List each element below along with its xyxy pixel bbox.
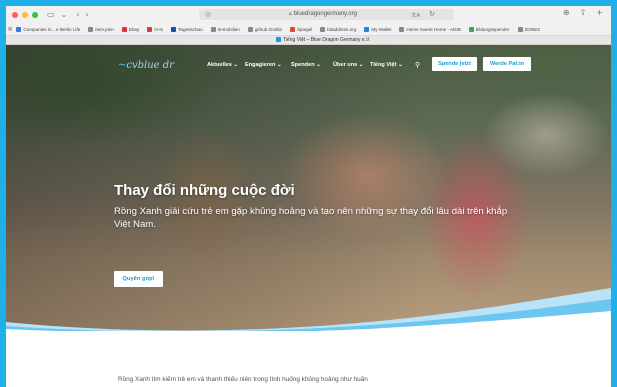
favorite-label: Ebay (128, 26, 140, 32)
tab-active[interactable]: Tiếng Việt – Blue Dragon Germany e.V. (276, 37, 370, 43)
favorite-item[interactable]: in-lo (147, 26, 164, 32)
window-controls (12, 11, 38, 18)
favorite-favicon-icon (247, 26, 253, 32)
nav-item-tieng-viet[interactable]: Tiếng Việt ⌄ (370, 62, 403, 68)
favorite-item[interactable]: Tagesschau (171, 26, 203, 32)
nav-item-ueber-uns[interactable]: Über uns ⌄ (333, 62, 363, 68)
favorite-item[interactable]: ZONE3 (517, 26, 540, 32)
favorite-label: Tagesschau (178, 26, 203, 32)
favorite-item[interactable]: Companies in…e Berlin Life (16, 26, 81, 32)
favorite-label: Home Sweet Home - AIDB (406, 26, 461, 32)
site-favicon-icon (276, 37, 281, 43)
favorite-label: ZONE3 (524, 26, 540, 32)
nav-item-spenden[interactable]: Spenden ⌄ (291, 62, 321, 68)
hero-wave-divider (6, 288, 611, 331)
favorite-label: Spiegel (296, 26, 313, 32)
intro-section: Rồng Xanh tìm kiếm trẻ em và thanh thiếu… (6, 331, 611, 387)
favorite-label: Immobilien (217, 26, 240, 32)
sidebar-toggle-icon[interactable]: ▭ (47, 10, 55, 19)
nav-item-engagieren[interactable]: Engagieren ⌄ (245, 62, 282, 68)
donate-cta-button[interactable]: Quyên góp! (114, 271, 163, 287)
favorite-item[interactable]: Ebay (121, 26, 140, 32)
close-window-button[interactable] (12, 11, 18, 18)
favorite-label: bildungsspender (475, 26, 510, 32)
favorite-label: Companies in…e Berlin Life (23, 26, 81, 32)
tab-strip: Tiếng Việt – Blue Dragon Germany e.V. (6, 35, 611, 45)
url-text: 🔒︎ bluedragongermany.org (289, 11, 357, 17)
privacy-shield-icon[interactable]: ◍ (205, 10, 211, 18)
address-bar[interactable]: ◍ 🔒︎ bluedragongermany.org 文A ↻ (199, 9, 454, 20)
hero-subtitle: Rồng Xanh giải cứu trẻ em gặp khủng hoản… (114, 206, 508, 230)
favorite-item[interactable]: bitaddress.org (320, 26, 357, 32)
share-icon[interactable]: ⇧ (580, 8, 587, 17)
favorite-favicon-icon (16, 26, 22, 32)
favorite-item[interactable]: item.pinn (88, 26, 114, 32)
hero-section: ~cvblue dr Aktuelles ⌄ Engagieren ⌄ Spen… (6, 45, 611, 331)
donate-now-button[interactable]: Spende jetzt (432, 57, 477, 71)
favorite-label: item.pinn (95, 26, 114, 32)
favorite-item[interactable]: github Gorilla (247, 26, 282, 32)
favorite-favicon-icon (121, 26, 127, 32)
favorite-favicon-icon (468, 26, 474, 32)
favorite-item[interactable]: Immobilien (210, 26, 240, 32)
tab-title: Tiếng Việt – Blue Dragon Germany e.V. (283, 37, 371, 43)
lock-icon: 🔒︎ (289, 11, 292, 17)
favorite-item[interactable]: bildungsspender (468, 26, 510, 32)
favorites-bar: ▦ Companies in…e Berlin Life item.pinn Eba… (6, 23, 611, 35)
site-navigation: ~cvblue dr Aktuelles ⌄ Engagieren ⌄ Spen… (6, 45, 611, 83)
hero-title: Thay đổi những cuộc đời (114, 182, 295, 199)
new-tab-icon[interactable]: + (596, 8, 603, 17)
toolbar-right: ⊕ ⇧ + (563, 8, 603, 17)
favorite-favicon-icon (171, 26, 177, 32)
forward-arrow-icon[interactable]: › (85, 10, 88, 19)
logo-text: cvblue dr (126, 60, 174, 71)
favorite-label: github Gorilla (254, 26, 282, 32)
favorite-favicon-icon (320, 26, 326, 32)
favorite-favicon-icon (147, 26, 153, 32)
favorite-favicon-icon (289, 26, 295, 32)
become-sponsor-button[interactable]: Werde Pat:in (483, 57, 531, 71)
downloads-icon[interactable]: ⊕ (563, 8, 570, 17)
site-logo[interactable]: ~cvblue dr (118, 60, 174, 71)
nav-item-aktuelles[interactable]: Aktuelles ⌄ (207, 62, 238, 68)
search-icon[interactable]: ⚲ (415, 61, 420, 69)
favorite-label: bitaddress.org (327, 26, 357, 32)
favorites-grid-icon[interactable]: ▦ (8, 26, 12, 32)
intro-text: Rồng Xanh tìm kiếm trẻ em và thanh thiếu… (118, 376, 368, 383)
favorite-item[interactable]: My Wallet (364, 26, 392, 32)
browser-toolbar: ▭ ⌄ ‹ › ◍ 🔒︎ bluedragongermany.org 文A ↻ ⊕… (6, 6, 611, 23)
reload-icon[interactable]: ↻ (429, 10, 435, 18)
favorite-favicon-icon (210, 26, 216, 32)
favorite-favicon-icon (399, 26, 405, 32)
favorite-item[interactable]: Spiegel (289, 26, 313, 32)
favorite-favicon-icon (517, 26, 523, 32)
minimize-window-button[interactable] (22, 11, 28, 18)
favorite-label: in-lo (154, 26, 164, 32)
zoom-window-button[interactable] (32, 11, 38, 18)
favorite-item[interactable]: Home Sweet Home - AIDB (399, 26, 461, 32)
chevron-down-icon[interactable]: ⌄ (61, 10, 68, 19)
browser-window: ▭ ⌄ ‹ › ◍ 🔒︎ bluedragongermany.org 文A ↻ ⊕… (6, 6, 611, 387)
translate-icon[interactable]: 文A (411, 11, 420, 19)
favorite-favicon-icon (88, 26, 94, 32)
hero-text-block: Thay đổi những cuộc đời Rồng Xanh giải c… (114, 182, 507, 230)
favorite-favicon-icon (364, 26, 370, 32)
favorite-label: My Wallet (371, 26, 392, 32)
url-value: bluedragongermany.org (293, 11, 357, 17)
back-arrow-icon[interactable]: ‹ (76, 10, 79, 19)
